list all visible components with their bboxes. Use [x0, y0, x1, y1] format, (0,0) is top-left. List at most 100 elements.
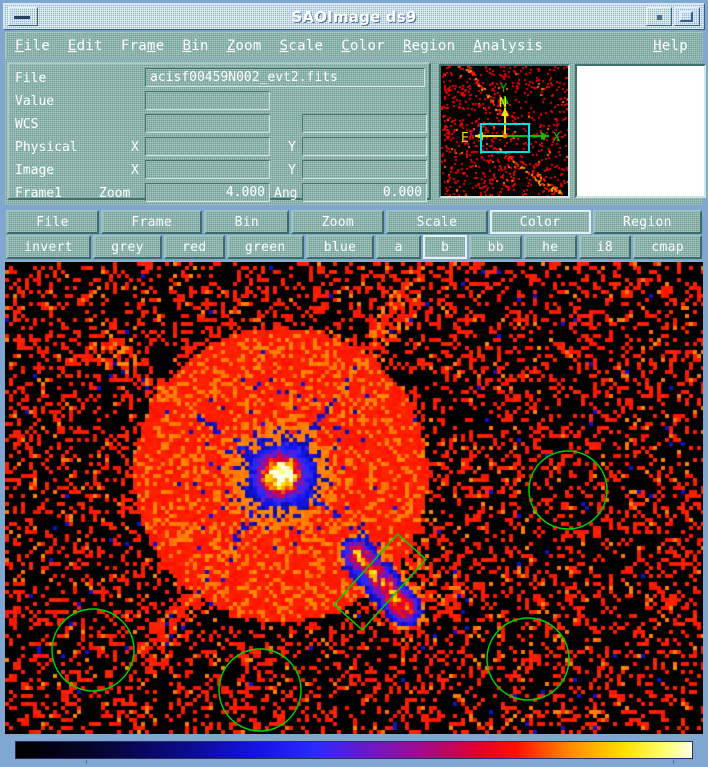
- panner-center-dot: [503, 134, 507, 138]
- button-region[interactable]: Region: [592, 210, 703, 234]
- wcs-label: WCS: [15, 117, 39, 132]
- button-label: Region: [623, 214, 672, 230]
- button-color[interactable]: Color: [489, 210, 591, 234]
- button-bar-categories: File Frame Bin Zoom Scale Color Region: [5, 210, 703, 234]
- pixel-value[interactable]: [145, 91, 270, 110]
- button-label: a: [394, 239, 403, 255]
- colorbar[interactable]: [15, 741, 693, 759]
- info-fields-box: File acisf00459N002_evt2.fits Value WCS …: [7, 62, 431, 202]
- panner-n-label: N: [499, 96, 507, 111]
- button-a[interactable]: a: [376, 235, 421, 259]
- button-label: File: [36, 214, 69, 230]
- button-bb[interactable]: bb: [469, 235, 522, 259]
- button-bin[interactable]: Bin: [204, 210, 290, 234]
- physical-y-value[interactable]: [302, 137, 427, 156]
- menu-bin[interactable]: Bin: [174, 36, 218, 56]
- menu-analysis[interactable]: Analysis: [464, 36, 552, 56]
- ang-label: Ang: [274, 186, 298, 201]
- wcs-y-value[interactable]: [302, 114, 427, 133]
- button-label: red: [182, 239, 207, 255]
- button-label: green: [244, 239, 286, 255]
- button-cmap[interactable]: cmap: [633, 235, 703, 259]
- ang-value[interactable]: 0.000: [302, 183, 427, 202]
- button-label: Frame: [131, 214, 172, 230]
- physical-y-label: Y: [288, 140, 296, 155]
- image-frame-container: [5, 261, 703, 734]
- panner[interactable]: X Y E N: [439, 64, 570, 198]
- physical-x-value[interactable]: [145, 137, 270, 156]
- menu-region[interactable]: Region: [394, 36, 464, 56]
- button-i8[interactable]: i8: [578, 235, 632, 259]
- physical-label: Physical: [15, 140, 78, 155]
- menu-scale[interactable]: Scale: [271, 36, 333, 56]
- button-red[interactable]: red: [163, 235, 225, 259]
- menu-color[interactable]: Color: [332, 36, 394, 56]
- region-box[interactable]: [333, 532, 427, 632]
- menu-edit[interactable]: Edit: [59, 36, 112, 56]
- panner-y-label: Y: [500, 81, 508, 95]
- panner-axis-x-arrow: [505, 132, 549, 140]
- button-label: b: [441, 239, 450, 255]
- ds9-main-window: SAOImage ds9 File Edit Frame Bin Zoom Sc…: [0, 0, 708, 767]
- panner-compass-n-arrow: [501, 108, 509, 136]
- button-blue[interactable]: blue: [305, 235, 375, 259]
- panner-compass-e-arrow: [475, 132, 505, 140]
- image-frame[interactable]: [5, 262, 703, 734]
- region-circle[interactable]: [486, 617, 570, 701]
- window-title: SAOImage ds9: [291, 7, 417, 26]
- button-frame[interactable]: Frame: [101, 210, 203, 234]
- image-y-label: Y: [288, 163, 296, 178]
- button-label: cmap: [651, 239, 684, 255]
- button-label: he: [542, 239, 559, 255]
- magnifier-panel[interactable]: [575, 64, 706, 198]
- physical-x-label: X: [131, 140, 139, 155]
- button-label: Bin: [234, 214, 259, 230]
- region-circle[interactable]: [218, 648, 302, 732]
- maximize-button[interactable]: [674, 7, 700, 26]
- panner-compass-overlay: X Y E N: [461, 81, 561, 153]
- colorbar-tick: [672, 760, 674, 764]
- frame-label: Frame1: [15, 186, 62, 201]
- minimize-button[interactable]: [646, 7, 672, 26]
- button-label: grey: [111, 239, 144, 255]
- button-label: Color: [519, 214, 561, 230]
- region-circle[interactable]: [528, 450, 608, 530]
- menu-bar: File Edit Frame Bin Zoom Scale Color Reg…: [5, 32, 703, 59]
- image-x-value[interactable]: [145, 160, 270, 179]
- button-file[interactable]: File: [6, 210, 100, 234]
- file-label: File: [15, 71, 47, 86]
- value-label: Value: [15, 94, 55, 109]
- image-y-value[interactable]: [302, 160, 427, 179]
- button-scale[interactable]: Scale: [386, 210, 488, 234]
- menu-help[interactable]: Help: [644, 36, 697, 56]
- colorbar-tick: [86, 760, 88, 764]
- button-label: Zoom: [321, 214, 355, 230]
- button-he[interactable]: he: [524, 235, 577, 259]
- menu-zoom[interactable]: Zoom: [218, 36, 271, 56]
- button-invert[interactable]: invert: [6, 235, 92, 259]
- button-label: i8: [596, 239, 614, 255]
- colorbar-container: [5, 737, 703, 764]
- info-panel: File acisf00459N002_evt2.fits Value WCS …: [5, 60, 706, 205]
- button-label: blue: [323, 239, 357, 255]
- button-bar-colormaps: invert grey red green blue a b bb he i8 cmap: [5, 235, 703, 259]
- zoom-label: Zoom: [99, 186, 131, 201]
- button-label: bb: [487, 239, 504, 255]
- wcs-x-value[interactable]: [145, 114, 270, 133]
- image-x-label: X: [131, 163, 139, 178]
- region-overlay: [51, 450, 608, 732]
- button-b[interactable]: b: [422, 235, 468, 259]
- button-label: Scale: [416, 214, 458, 230]
- menu-file[interactable]: File: [6, 36, 59, 56]
- title-bar: SAOImage ds9: [3, 3, 705, 30]
- button-label: invert: [24, 239, 73, 255]
- button-grey[interactable]: grey: [93, 235, 162, 259]
- menu-frame[interactable]: Frame: [112, 36, 174, 56]
- button-zoom[interactable]: Zoom: [291, 210, 385, 234]
- region-circle[interactable]: [51, 608, 135, 692]
- zoom-value[interactable]: 4.000: [145, 183, 270, 202]
- file-value[interactable]: acisf00459N002_evt2.fits: [145, 68, 425, 87]
- button-green[interactable]: green: [226, 235, 304, 259]
- panner-e-label: E: [461, 131, 469, 146]
- panner-x-label: X: [553, 130, 561, 144]
